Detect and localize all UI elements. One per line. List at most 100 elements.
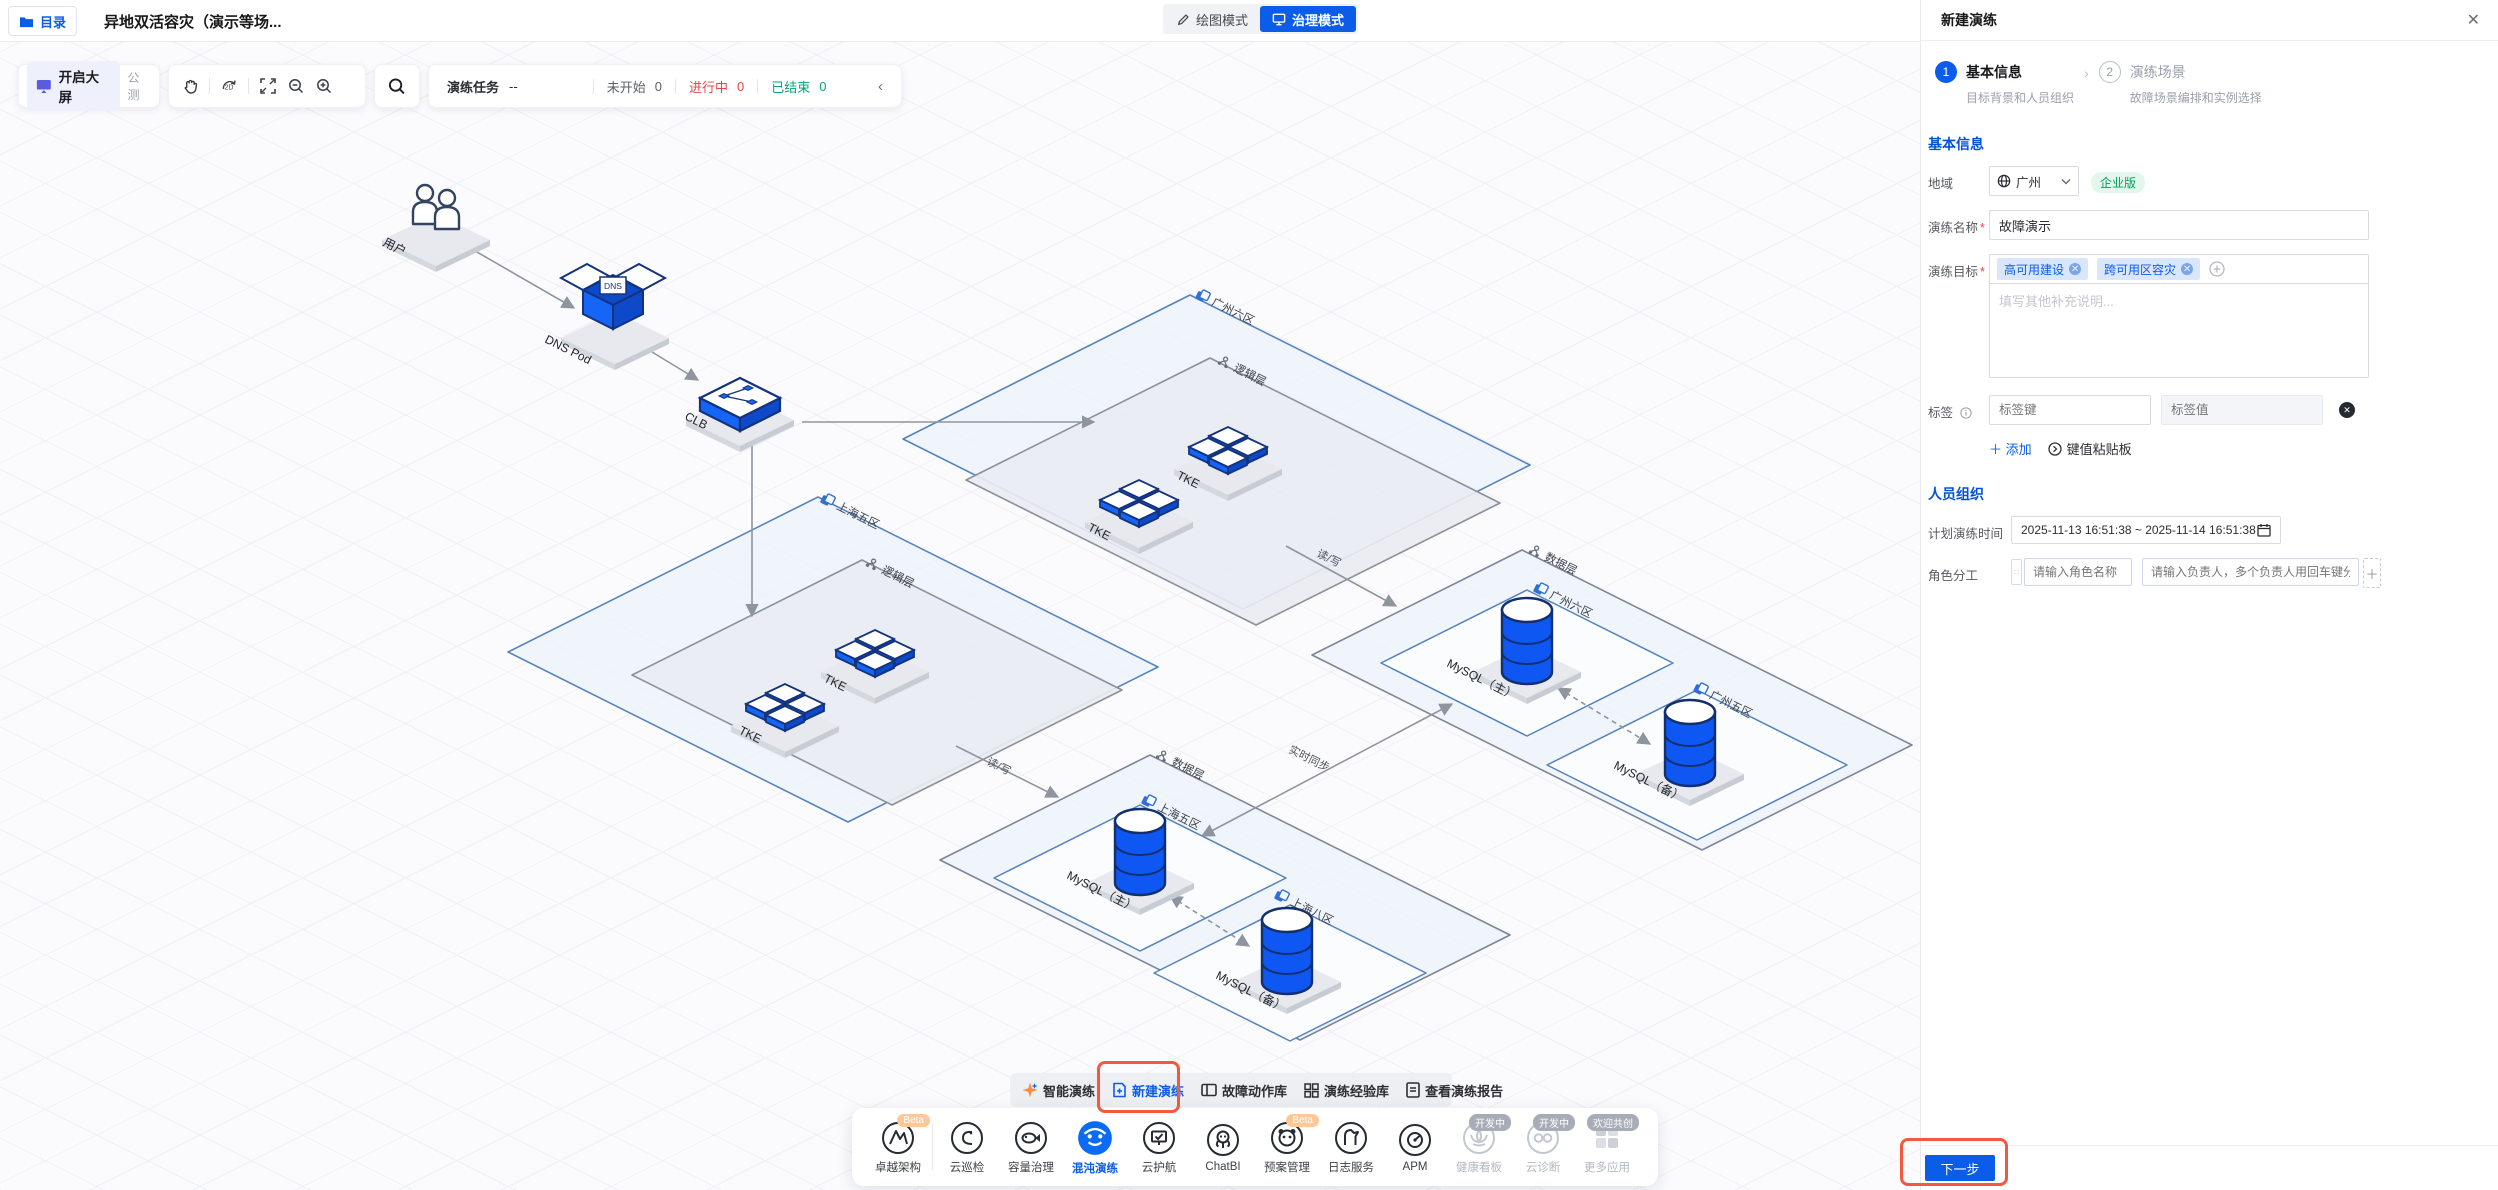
role-name-input[interactable] [2024, 558, 2132, 586]
chaos-monkey-icon [1076, 1119, 1114, 1157]
pan-hand-icon[interactable] [181, 77, 199, 95]
view-drill-report-button[interactable]: 查看演练报告 [1406, 1081, 1503, 1100]
big-screen-button[interactable]: 开启大屏 [27, 61, 120, 111]
drill-experience-library-button[interactable]: 演练经验库 [1304, 1081, 1389, 1100]
divider [209, 78, 210, 94]
dock-item-plan-mgmt[interactable]: Beta 预案管理 [1255, 1120, 1319, 1175]
dock-item-escort[interactable]: 云护航 [1127, 1120, 1191, 1175]
tag-value-input[interactable] [2161, 395, 2323, 425]
remove-tag-icon[interactable]: ✕ [2069, 263, 2081, 275]
diagram-canvas[interactable]: DNS 广州六区 逻辑层 [0, 0, 1920, 1190]
govern-mode-button[interactable]: 治理模式 [1260, 6, 1356, 32]
calendar-icon [2257, 523, 2271, 537]
collapse-chevron-icon[interactable]: ‹ [878, 78, 883, 95]
folder-icon [19, 15, 34, 28]
status-running-count: 0 [737, 79, 744, 94]
drill-name-input[interactable] [1989, 210, 2369, 240]
divider [593, 79, 594, 94]
big-screen-card: 开启大屏 公测 [18, 64, 160, 108]
target-description-textarea[interactable] [1989, 284, 2369, 378]
step-indicator: 1 基本信息 目标背景和人员组织 › 2 演练场景 故障场景编排和实例选择 [1921, 41, 2498, 120]
new-drill-button[interactable]: 新建演练 [1112, 1081, 1184, 1100]
task-label: 演练任务 [447, 77, 499, 96]
divider [757, 79, 758, 94]
add-role-button[interactable]: ＋ [2363, 558, 2381, 588]
smart-drill-button[interactable]: 智能演练 [1022, 1081, 1095, 1100]
next-step-button[interactable]: 下一步 [1925, 1155, 1995, 1181]
status-finished-label: 已结束 [771, 77, 810, 96]
role-owner-input[interactable] [2142, 558, 2359, 586]
search-icon[interactable] [388, 77, 406, 95]
zoom-out-icon[interactable] [287, 77, 305, 95]
region-select[interactable]: 广州 [1989, 166, 2079, 196]
beta-badge: Beta [1286, 1114, 1319, 1127]
dock-item-logs[interactable]: 日志服务 [1319, 1120, 1383, 1175]
drill-status-card: 演练任务 -- 未开始 0 进行中 0 已结束 0 ‹ [428, 64, 902, 108]
dock-item-health-board[interactable]: 开发中 健康看板 [1447, 1120, 1511, 1175]
zoom-in-icon[interactable] [315, 77, 333, 95]
pencil-icon [1177, 13, 1190, 26]
cocreate-badge: 欢迎共创 [1587, 1114, 1639, 1131]
new-document-icon [1112, 1082, 1127, 1098]
step-basic-info[interactable]: 1 基本信息 目标背景和人员组织 [1935, 61, 2074, 106]
panel-footer: 下一步 [1921, 1145, 2498, 1190]
svg-text:读/写: 读/写 [985, 754, 1014, 778]
new-drill-panel: 新建演练 ✕ 1 基本信息 目标背景和人员组织 › 2 演练场景 故障场景编排和… [1920, 0, 2498, 1190]
beta-badge: Beta [897, 1114, 930, 1127]
dock-item-diagnosis[interactable]: 开发中 云诊断 [1511, 1120, 1575, 1175]
canvas-tools-card: 2D [168, 64, 366, 108]
mysql-icon [1115, 809, 1165, 895]
dock-item-chaos-drill[interactable]: 混沌演练 [1063, 1119, 1127, 1176]
dock-item-chatbi[interactable]: ChatBI [1191, 1122, 1255, 1173]
dock-item-inspection[interactable]: 云巡检 [935, 1120, 999, 1175]
fault-action-library-button[interactable]: 故障动作库 [1201, 1081, 1287, 1100]
edge-users-dns [470, 248, 574, 308]
users-icon[interactable] [413, 185, 459, 229]
panel-title: 新建演练 [1921, 0, 2498, 41]
section-basic-info: 基本信息 [1928, 134, 2498, 154]
dns-pod-icon[interactable]: DNS [561, 264, 665, 329]
region-row: 地域 广州 企业版 [1928, 166, 2498, 196]
fullscreen-icon[interactable] [259, 77, 277, 95]
monitor-icon [1272, 13, 1286, 26]
app-dock: Beta 卓越架构 云巡检 容量治理 混沌演练 云护航 ChatBI Beta [852, 1108, 1658, 1186]
dock-item-architecture[interactable]: Beta 卓越架构 [866, 1120, 930, 1175]
svg-text:DNS: DNS [604, 281, 622, 291]
top-header: 目录 异地双活容灾（演示等场... 绘图模式 治理模式 [0, 0, 1920, 42]
delete-kv-icon[interactable]: ✕ [2339, 402, 2355, 418]
remove-tag-icon[interactable]: ✕ [2181, 263, 2193, 275]
step-number: 2 [2099, 61, 2121, 83]
architecture-diagram: DNS 广州六区 逻辑层 [0, 0, 1920, 1190]
divider [932, 1124, 933, 1170]
rotate-2d-icon[interactable]: 2D [220, 77, 238, 95]
mysql-icon [1665, 700, 1715, 786]
step-drill-scene[interactable]: 2 演练场景 故障场景编排和实例选择 [2099, 61, 2262, 106]
role-drag-handle[interactable]: ∷ [2011, 559, 2022, 585]
escort-board-icon [1141, 1120, 1177, 1156]
info-icon [1960, 407, 1972, 419]
dock-item-more-apps[interactable]: 欢迎共创 更多应用 [1575, 1120, 1639, 1175]
tag-cross-az-dr: 跨可用区容灾✕ [2097, 258, 2200, 280]
label-kv-row: 标签 ✕ [1928, 395, 2498, 425]
search-card [374, 64, 420, 108]
status-notstarted-label: 未开始 [607, 77, 646, 96]
tag-key-input[interactable] [1989, 395, 2151, 425]
dock-item-apm[interactable]: APM [1383, 1122, 1447, 1173]
draw-mode-button[interactable]: 绘图模式 [1165, 6, 1260, 32]
catalog-button[interactable]: 目录 [8, 6, 77, 36]
chevron-right-icon: › [2084, 65, 2089, 81]
drill-target-tags[interactable]: 高可用建设✕ 跨可用区容灾✕ [1989, 254, 2369, 284]
kv-pasteboard-link[interactable]: 键值粘贴板 [2048, 439, 2132, 458]
report-document-icon [1406, 1082, 1420, 1098]
sparkle-icon [1022, 1082, 1038, 1098]
add-kv-link[interactable]: ＋ 添加 [1989, 439, 2032, 458]
dock-item-capacity[interactable]: 容量治理 [999, 1120, 1063, 1175]
drill-time-range-picker[interactable]: 2025-11-13 16:51:38 ~ 2025-11-14 16:51:3… [2011, 516, 2281, 544]
dev-badge: 开发中 [1469, 1114, 1511, 1131]
layer-data-guangzhou[interactable] [1312, 550, 1912, 850]
mysql-icon [1262, 908, 1312, 994]
add-tag-icon[interactable] [2209, 261, 2225, 277]
close-icon[interactable]: ✕ [2467, 10, 2480, 30]
drill-name-row: 演练名称* [1928, 210, 2498, 240]
role-row: 角色分工 ∷ ＋ [1928, 558, 2498, 588]
